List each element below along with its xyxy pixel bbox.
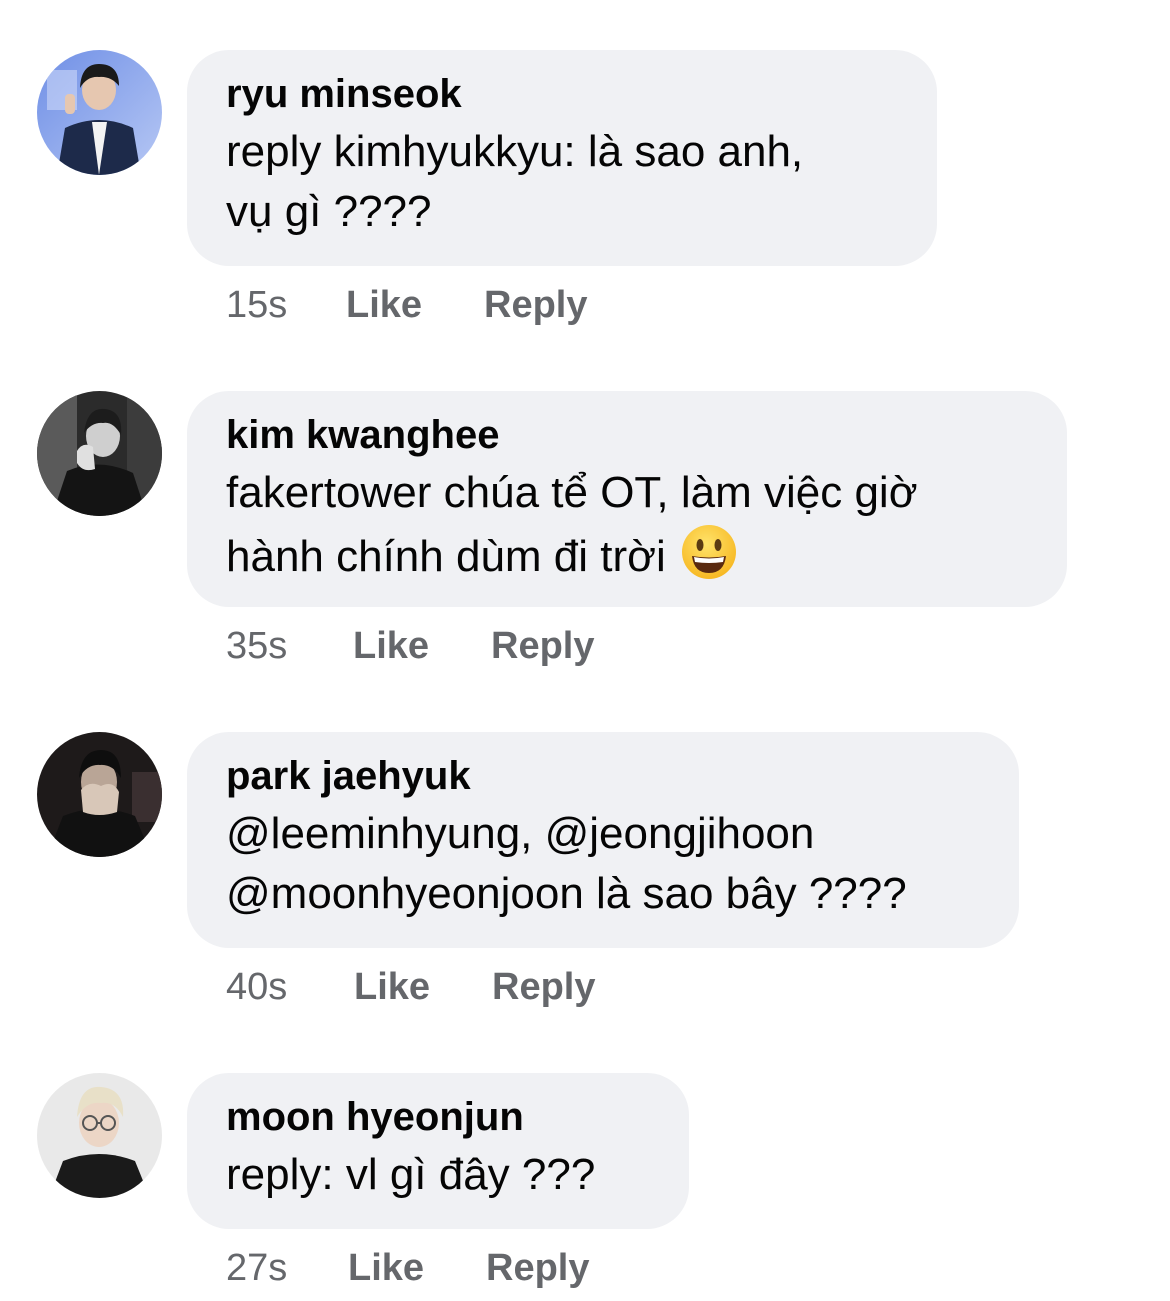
comment-timestamp: 15s (226, 284, 288, 326)
reply-button[interactable]: Reply (486, 1243, 589, 1293)
comment-text-line: @leeminhyung, @jeongjihoon (226, 809, 815, 858)
comment-author[interactable]: park jaehyuk (226, 752, 979, 800)
avatar[interactable] (37, 391, 162, 516)
comment-timestamp: 27s (226, 1247, 288, 1289)
comment-bubble: ryu minseok reply kimhyukkyu: là sao anh… (187, 50, 937, 266)
reply-button[interactable]: Reply (492, 962, 595, 1012)
avatar-photo-icon (37, 1073, 162, 1198)
avatar-photo-icon (37, 50, 162, 175)
like-button[interactable]: Like (354, 962, 430, 1012)
comment-bubble: kim kwanghee fakertower chúa tể OT, làm … (187, 391, 1067, 607)
comment-text: @leeminhyung, @jeongjihoon @moonhyeonjoo… (226, 804, 979, 924)
reply-button[interactable]: Reply (491, 621, 594, 671)
grinning-face-emoji-icon (680, 523, 738, 581)
comment-text-line: fakertower chúa tể OT, làm việc giờ (226, 468, 918, 517)
comment-text: reply kimhyukkyu: là sao anh, vụ gì ???? (226, 122, 897, 242)
comment-text-line: @moonhyeonjoon là sao bây ???? (226, 869, 907, 918)
like-button[interactable]: Like (348, 1243, 424, 1293)
comment-text-line: vụ gì ???? (226, 187, 432, 236)
comment-bubble: park jaehyuk @leeminhyung, @jeongjihoon … (187, 732, 1019, 948)
comment-text-line: hành chính dùm đi trời (226, 523, 1027, 587)
comment-timestamp: 35s (226, 625, 288, 667)
avatar[interactable] (37, 1073, 162, 1198)
comment-text-segment: hành chính dùm đi trời (226, 532, 666, 581)
avatar-photo-icon (37, 391, 162, 516)
avatar[interactable] (37, 50, 162, 175)
comment-text-line: reply kimhyukkyu: là sao anh, (226, 127, 804, 176)
avatar-photo-icon (37, 732, 162, 857)
reply-button[interactable]: Reply (484, 280, 587, 330)
comment-timestamp: 40s (226, 966, 288, 1008)
comment-text: fakertower chúa tể OT, làm việc giờ hành… (226, 463, 1027, 587)
like-button[interactable]: Like (353, 621, 429, 671)
comment-text: reply: vl gì đây ??? (226, 1145, 649, 1205)
comment-bubble: moon hyeonjun reply: vl gì đây ??? (187, 1073, 689, 1229)
comment-author[interactable]: kim kwanghee (226, 411, 1027, 459)
like-button[interactable]: Like (346, 280, 422, 330)
comment-text-line: reply: vl gì đây ??? (226, 1150, 596, 1199)
comment-author[interactable]: moon hyeonjun (226, 1093, 649, 1141)
avatar[interactable] (37, 732, 162, 857)
comment-author[interactable]: ryu minseok (226, 70, 897, 118)
